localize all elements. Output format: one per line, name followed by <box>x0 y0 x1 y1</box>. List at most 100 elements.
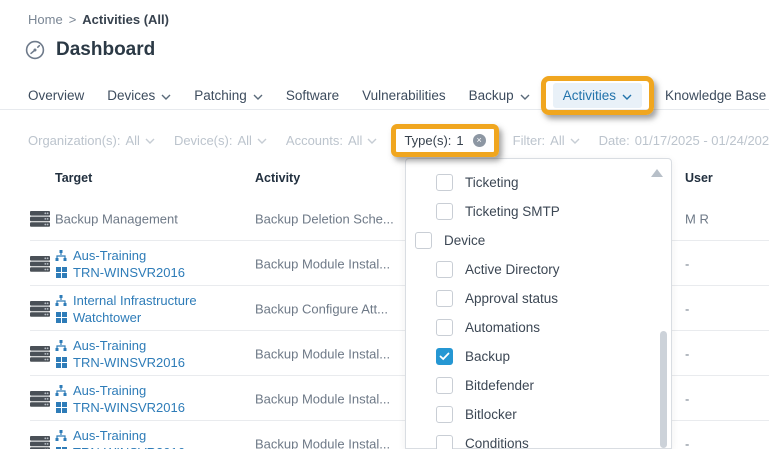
type-option-label: Approval status <box>465 291 559 306</box>
type-option-bitdefender[interactable]: Bitdefender <box>406 371 671 400</box>
breadcrumb-current: Activities (All) <box>82 12 169 27</box>
chevron-down-icon <box>161 94 171 100</box>
target-links: Aus-Training TRN-WINSVR2016 <box>55 338 185 370</box>
remove-filter-icon[interactable]: × <box>472 133 486 147</box>
activity-text: Backup Module Instal... <box>255 436 391 449</box>
type-option-backup[interactable]: Backup <box>406 342 671 371</box>
filter-value: All <box>348 132 363 148</box>
target-links: Aus-TrainingTRN-WINSVR2016 <box>55 248 185 280</box>
checkbox-unchecked[interactable] <box>436 174 453 191</box>
device-link[interactable]: Watchtower <box>55 310 197 325</box>
server-icon <box>30 255 50 272</box>
target-name: Backup Management <box>55 211 178 226</box>
type-option-approval-status[interactable]: Approval status <box>406 284 671 313</box>
tab-label: Software <box>285 88 340 103</box>
windows-icon <box>55 266 67 278</box>
org-link[interactable]: Aus-Training <box>55 383 185 398</box>
tab-devices[interactable]: Devices <box>107 88 171 103</box>
checkbox-unchecked[interactable] <box>436 435 453 449</box>
org-link[interactable]: Aus-Training <box>55 428 185 443</box>
tab-activities[interactable]: Activities <box>540 76 654 115</box>
filter-value: 01/17/2025 - 01/24/2025 <box>634 132 769 148</box>
checkbox-unchecked[interactable] <box>436 261 453 278</box>
checkbox-unchecked[interactable] <box>436 290 453 307</box>
device-link[interactable]: TRN-WINSVR2016 <box>55 355 185 370</box>
tab-knowledge-base[interactable]: Knowledge Base <box>665 88 766 103</box>
column-header-target: Target <box>55 171 93 185</box>
tab-label: Backup <box>468 88 514 103</box>
type-option-label: Active Directory <box>465 262 560 277</box>
windows-icon <box>55 356 67 368</box>
type-option-label: Device <box>444 233 486 248</box>
filter-accounts-[interactable]: Accounts: All <box>286 133 378 148</box>
device-name: TRN-WINSVR2016 <box>73 264 185 280</box>
type-option-ticketing-smtp[interactable]: Ticketing SMTP <box>406 197 671 226</box>
device-link[interactable]: TRN-WINSVR2016 <box>55 265 185 280</box>
tab-label: Patching <box>194 88 247 103</box>
activity-text: Backup Module Instal... <box>255 346 391 361</box>
scroll-up-icon[interactable] <box>651 169 663 177</box>
filter-device-s-[interactable]: Device(s): All <box>174 133 267 148</box>
device-link[interactable]: TRN-WINSVR2016 <box>55 400 185 415</box>
tab-software[interactable]: Software <box>286 88 339 103</box>
target-links: Aus-Training TRN-WINSVR2016 <box>55 383 185 415</box>
organization-icon <box>55 384 67 396</box>
filter-date-[interactable]: Date: 01/17/2025 - 01/24/2025 <box>599 133 769 148</box>
type-option-label: Bitdefender <box>465 378 535 393</box>
checkbox-unchecked[interactable] <box>415 232 432 249</box>
checkbox-unchecked[interactable] <box>436 203 453 220</box>
type-option-conditions[interactable]: Conditions <box>406 429 671 449</box>
target-links: Aus-Training TRN-WINSVR2016 <box>55 428 185 449</box>
target-cell: Backup Management <box>55 211 178 226</box>
filter-label: Organization(s): <box>28 132 121 148</box>
tab-backup[interactable]: Backup <box>469 88 530 103</box>
checkbox-unchecked[interactable] <box>436 406 453 423</box>
filter-value: All <box>237 132 252 148</box>
type-option-label: Ticketing <box>465 175 519 190</box>
checkbox-unchecked[interactable] <box>436 319 453 336</box>
page-title: Dashboard <box>56 39 156 60</box>
tab-patching[interactable]: Patching <box>194 88 263 103</box>
organization-icon <box>55 249 67 261</box>
column-header-activity: Activity <box>255 171 301 185</box>
org-link[interactable]: Aus-Training <box>55 248 185 263</box>
organization-icon <box>55 294 67 306</box>
type-option-active-directory[interactable]: Active Directory <box>406 255 671 284</box>
filter-filter-[interactable]: Filter: All <box>513 133 580 148</box>
org-name: Internal Infrastructure <box>73 292 197 308</box>
type-option-device[interactable]: Device <box>406 226 671 255</box>
org-link[interactable]: Aus-Training <box>55 338 185 353</box>
device-link[interactable]: TRN-WINSVR2016 <box>55 445 185 449</box>
tab-overview[interactable]: Overview <box>28 88 84 103</box>
activity-text: Backup Deletion Sche... <box>255 211 394 226</box>
activity-text: Backup Module Instal... <box>255 256 391 271</box>
chevron-down-icon <box>253 94 263 100</box>
checkbox-checked[interactable] <box>436 348 453 365</box>
tab-label: Activities <box>562 88 616 103</box>
target-cell: Aus-Training TRN-WINSVR2016 <box>55 428 185 449</box>
filter-organization-s-[interactable]: Organization(s): All <box>28 133 155 148</box>
server-icon <box>30 300 50 317</box>
type-option-automations[interactable]: Automations <box>406 313 671 342</box>
type-option-bitlocker[interactable]: Bitlocker <box>406 400 671 429</box>
tab-label: Devices <box>107 88 156 103</box>
breadcrumb-home[interactable]: Home <box>28 12 63 27</box>
windows-icon <box>55 311 67 323</box>
org-name: Aus-Training <box>73 337 147 353</box>
device-name: TRN-WINSVR2016 <box>73 445 185 449</box>
windows-icon <box>55 401 67 413</box>
filter-label: Filter: <box>512 132 546 148</box>
tab-label: Vulnerabilities <box>362 88 446 103</box>
chevron-down-icon <box>520 94 530 100</box>
activity-text: Backup Configure Att... <box>255 301 388 316</box>
filter-type-s-[interactable]: Type(s): 1 × <box>391 123 499 157</box>
server-icon <box>30 390 50 407</box>
user-text: - <box>685 256 690 271</box>
server-icon <box>30 435 50 449</box>
org-link[interactable]: Internal Infrastructure <box>55 293 197 308</box>
chevron-down-icon <box>367 138 377 144</box>
scrollbar-thumb[interactable] <box>660 331 667 448</box>
type-option-ticketing[interactable]: Ticketing <box>406 168 671 197</box>
checkbox-unchecked[interactable] <box>436 377 453 394</box>
tab-vulnerabilities[interactable]: Vulnerabilities <box>362 88 446 103</box>
